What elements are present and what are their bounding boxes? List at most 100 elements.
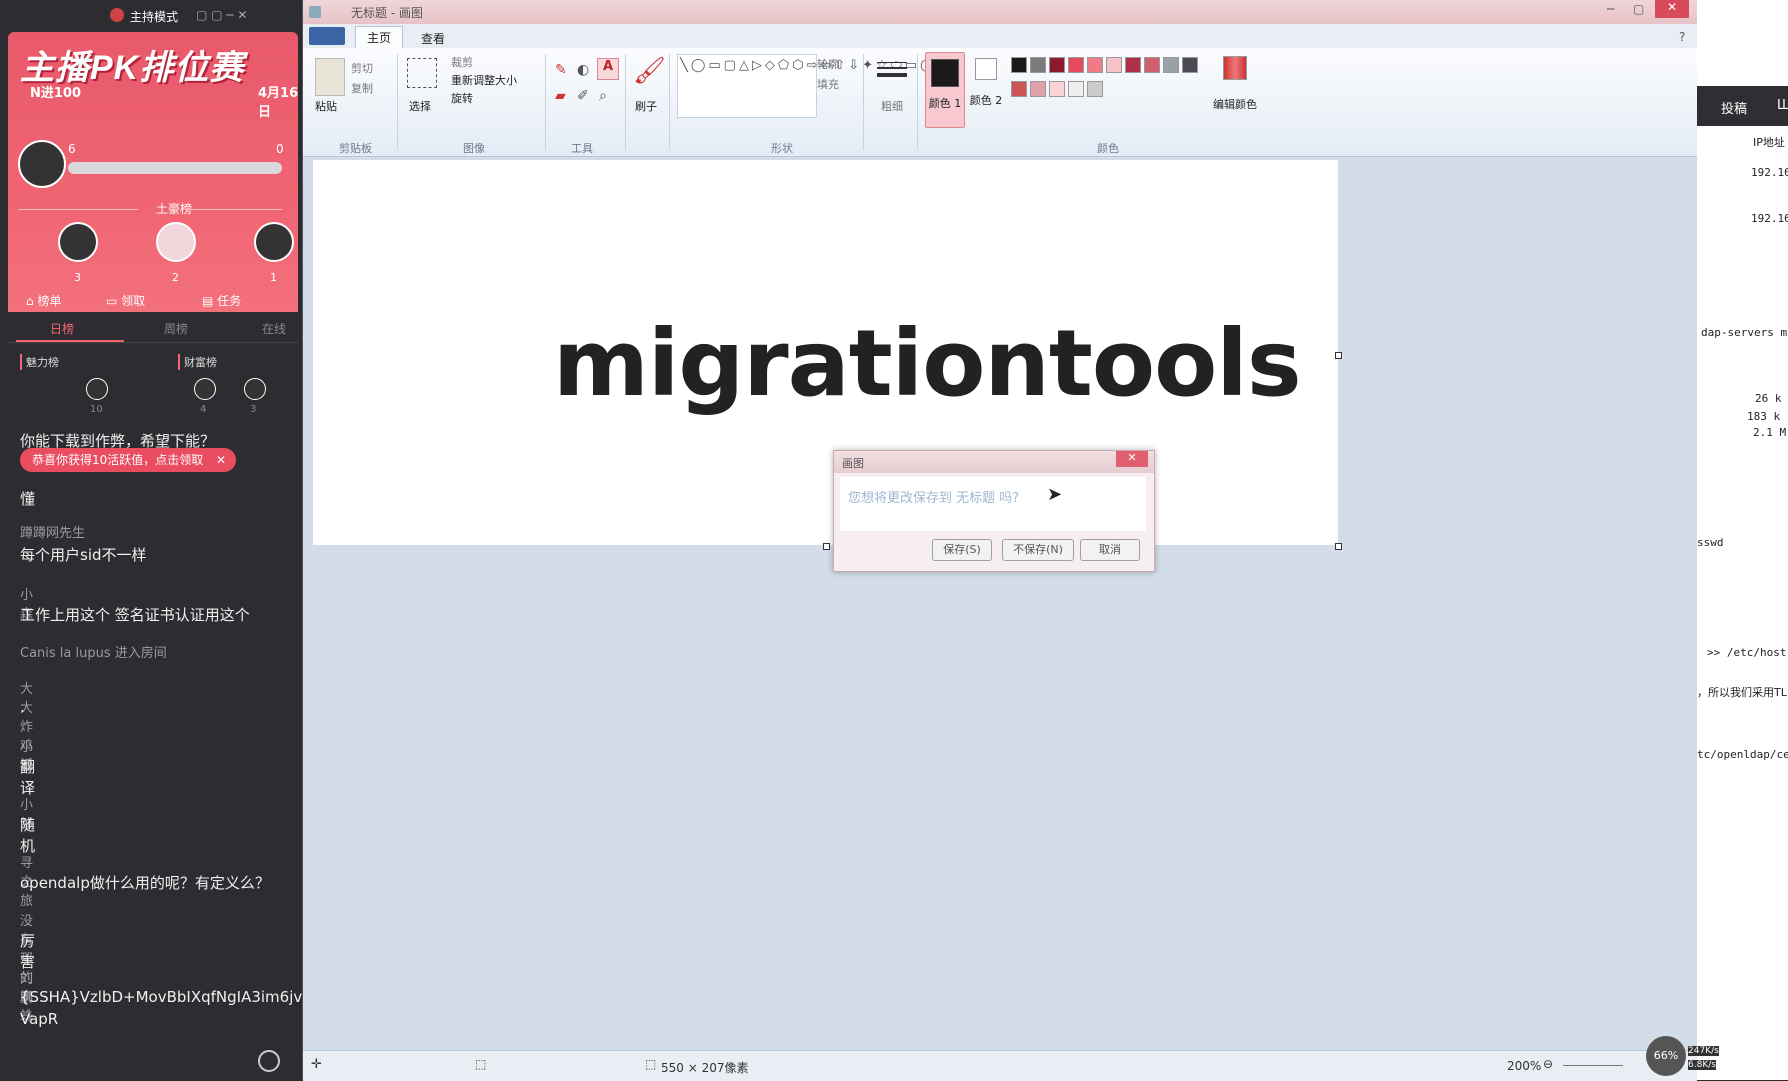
eraser-icon[interactable]: ▰ bbox=[555, 88, 566, 104]
magnifier-icon[interactable]: ⌕ bbox=[599, 88, 607, 104]
drawing-canvas[interactable]: migrationtools bbox=[313, 160, 1342, 550]
palette-swatch[interactable] bbox=[1068, 57, 1084, 73]
fill-icon[interactable]: ◐ bbox=[577, 62, 589, 78]
palette-swatch[interactable] bbox=[1011, 57, 1027, 73]
emoji-icon[interactable] bbox=[258, 1050, 280, 1072]
resize-button[interactable]: 重新调整大小 bbox=[451, 72, 517, 88]
outline-button[interactable]: 轮廓 bbox=[817, 56, 839, 72]
header-button[interactable]: Ш bbox=[1777, 98, 1788, 113]
banner-left-text: N进100 bbox=[30, 86, 82, 101]
terminal-line: 2.1 M bbox=[1753, 426, 1787, 439]
divider bbox=[625, 54, 626, 150]
select-button[interactable]: 选择 bbox=[409, 98, 431, 114]
minimize-button[interactable]: ─ bbox=[1607, 2, 1614, 16]
color-picker-icon[interactable]: ✐ bbox=[577, 88, 589, 104]
crop-button[interactable]: 裁剪 bbox=[451, 54, 473, 70]
dont-save-button[interactable]: 不保存(N) bbox=[1002, 539, 1074, 561]
help-icon[interactable]: ? bbox=[1679, 30, 1685, 44]
tab-online[interactable]: 在线 bbox=[262, 320, 286, 337]
terminal-window: 投稿 Ш IP地址 192.16 192.16 dap-servers m 26… bbox=[1697, 0, 1788, 1080]
host-icon bbox=[110, 8, 124, 22]
close-icon[interactable]: ✕ bbox=[216, 448, 226, 472]
maximize-button[interactable]: ▢ bbox=[1633, 2, 1644, 16]
cpu-usage-gauge[interactable]: 66% bbox=[1646, 1036, 1686, 1076]
palette-swatch[interactable] bbox=[1163, 57, 1179, 73]
save-button[interactable]: 保存(S) bbox=[932, 539, 992, 561]
wealth-avatar[interactable] bbox=[194, 378, 216, 400]
submit-button[interactable]: 投稿 bbox=[1721, 98, 1747, 117]
streamer-avatar[interactable] bbox=[18, 140, 66, 188]
brushes-button[interactable]: 刷子 bbox=[635, 98, 657, 114]
zoom-slider[interactable] bbox=[1563, 1065, 1623, 1066]
nav-tab-leaderboard[interactable]: ⌂ 榜单 bbox=[26, 292, 61, 309]
text-tool-icon[interactable]: A bbox=[597, 58, 619, 80]
palette-swatch[interactable] bbox=[1087, 81, 1103, 97]
palette-swatch[interactable] bbox=[1068, 81, 1084, 97]
rank-avatar-2[interactable] bbox=[156, 222, 196, 262]
palette-swatch[interactable] bbox=[1125, 57, 1141, 73]
reward-tip-text: 恭喜你获得10活跃值，点击领取 bbox=[32, 453, 204, 467]
chat-message: . bbox=[20, 698, 25, 716]
color2-button[interactable]: 颜色 2 bbox=[967, 52, 1005, 126]
tab-weekly[interactable]: 周榜 bbox=[164, 320, 188, 337]
palette-swatch[interactable] bbox=[1030, 81, 1046, 97]
shapes-gallery[interactable]: ╲◯▭▢△▷◇⬠⬡⇨⇦⇧⇩✦☆⬭▭◯ bbox=[677, 54, 935, 118]
rank-num: 3 bbox=[74, 271, 81, 284]
rank-avatar-1[interactable] bbox=[254, 222, 294, 262]
dialog-close-button[interactable]: ✕ bbox=[1116, 451, 1148, 467]
resize-handle[interactable] bbox=[1335, 543, 1342, 550]
pencil-icon[interactable]: ✎ bbox=[555, 62, 567, 78]
tab-daily[interactable]: 日榜 bbox=[50, 320, 74, 337]
window-controls[interactable]: ▢ ▢ ─ ✕ bbox=[196, 8, 247, 22]
size-button[interactable]: 粗细 bbox=[881, 98, 903, 114]
move-icon: ✛ bbox=[311, 1057, 322, 1072]
ip-value: 192.16 bbox=[1751, 212, 1788, 225]
charm-avatar[interactable] bbox=[86, 378, 108, 400]
rotate-button[interactable]: 旋转 bbox=[451, 90, 473, 106]
close-button[interactable]: ✕ bbox=[1655, 0, 1689, 18]
size-icon[interactable] bbox=[877, 62, 907, 86]
shapes-group-label: 形状 bbox=[771, 142, 793, 155]
ip-header: IP地址 bbox=[1753, 136, 1785, 149]
color1-button[interactable]: 颜色 1 bbox=[925, 52, 965, 128]
cut-button[interactable]: 剪切 bbox=[351, 60, 373, 76]
resize-handle[interactable] bbox=[823, 543, 830, 550]
fill-button[interactable]: 填充 bbox=[817, 76, 839, 92]
color1-label: 颜色 1 bbox=[928, 97, 962, 110]
reward-tip-banner[interactable]: 恭喜你获得10活跃值，点击领取 ✕ bbox=[20, 448, 236, 472]
palette-swatch[interactable] bbox=[1030, 57, 1046, 73]
nav-tab-claim[interactable]: ▭ 领取 bbox=[106, 292, 145, 309]
tab-home[interactable]: 主页 bbox=[355, 26, 403, 49]
palette-swatch[interactable] bbox=[1106, 57, 1122, 73]
selection-icon: ⬚ bbox=[475, 1057, 487, 1071]
wealth-avatar[interactable] bbox=[244, 378, 266, 400]
copy-button[interactable]: 复制 bbox=[351, 80, 373, 96]
chat-message: 每个用户sid不一样 bbox=[20, 546, 147, 564]
tab-view[interactable]: 查看 bbox=[421, 30, 445, 47]
window-title: 无标题 - 画图 bbox=[351, 6, 423, 20]
paint-menu-button[interactable] bbox=[309, 27, 345, 45]
brush-icon[interactable]: 🖌 bbox=[633, 56, 666, 86]
terminal-line: dap-servers m bbox=[1701, 326, 1788, 339]
cancel-button[interactable]: 取消 bbox=[1080, 539, 1140, 561]
palette-swatch[interactable] bbox=[1087, 57, 1103, 73]
edit-colors-icon[interactable] bbox=[1223, 56, 1247, 80]
paste-button-label[interactable]: 粘贴 bbox=[315, 98, 337, 114]
ip-value: 192.16 bbox=[1751, 166, 1788, 179]
terminal-line: tc/openldap/cert bbox=[1697, 748, 1788, 761]
terminal-line: 26 k bbox=[1755, 392, 1782, 405]
pk-progress-bar bbox=[68, 162, 282, 174]
paste-icon[interactable] bbox=[315, 58, 345, 96]
palette-swatch[interactable] bbox=[1182, 57, 1198, 73]
resize-handle[interactable] bbox=[1335, 352, 1342, 359]
edit-colors-button[interactable]: 编辑颜色 bbox=[1213, 96, 1257, 112]
palette-swatch[interactable] bbox=[1144, 57, 1160, 73]
download-speed: 6.8K/s bbox=[1688, 1060, 1716, 1070]
zoom-out-button[interactable]: ⊖ bbox=[1543, 1057, 1553, 1071]
rank-avatar-3[interactable] bbox=[58, 222, 98, 262]
palette-swatch[interactable] bbox=[1011, 81, 1027, 97]
palette-swatch[interactable] bbox=[1049, 81, 1065, 97]
select-icon[interactable] bbox=[407, 58, 437, 88]
palette-swatch[interactable] bbox=[1049, 57, 1065, 73]
nav-tab-tasks[interactable]: ▤ 任务 bbox=[202, 292, 241, 309]
